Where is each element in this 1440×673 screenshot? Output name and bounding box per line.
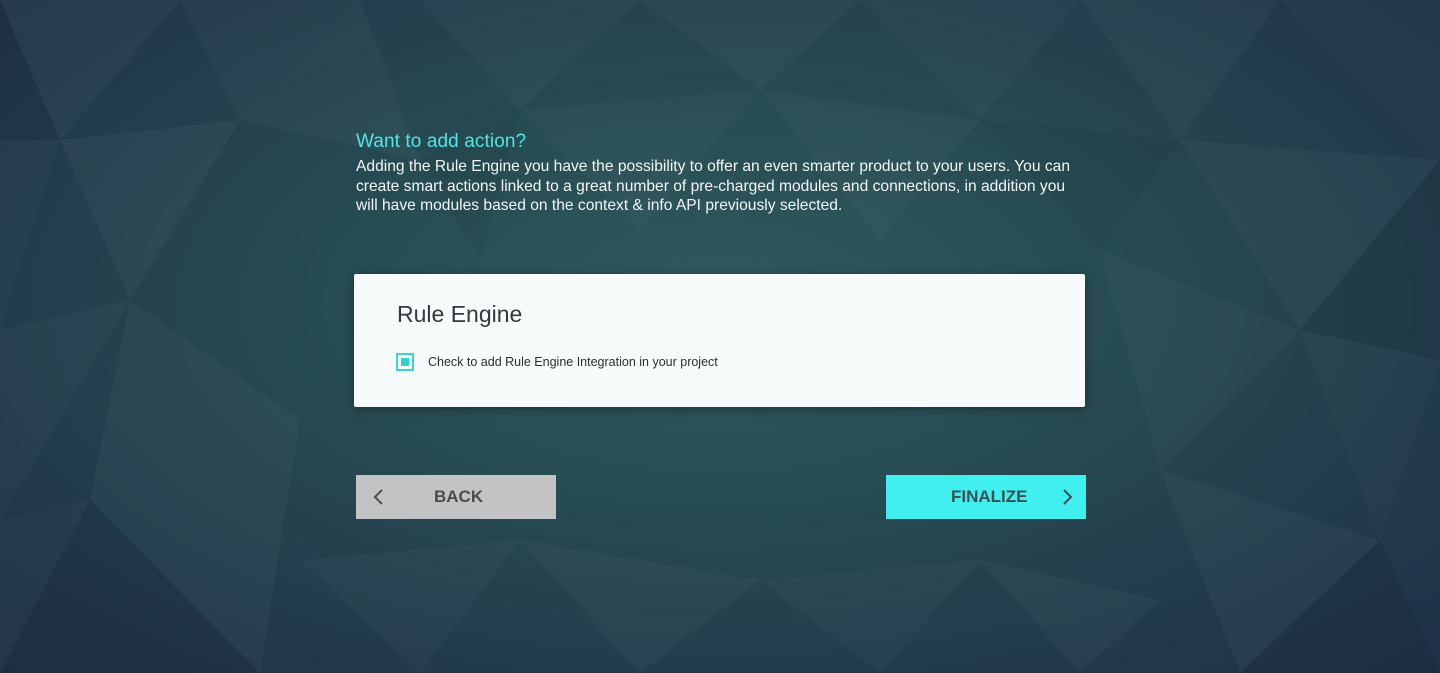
chevron-left-icon <box>373 489 383 505</box>
card-title: Rule Engine <box>397 301 523 327</box>
rule-engine-checkbox-row[interactable]: Check to add Rule Engine Integration in … <box>396 353 718 371</box>
finalize-button-label: FINALIZE <box>951 487 1028 506</box>
back-button[interactable]: BACK <box>356 475 556 519</box>
rule-engine-card: Rule Engine Check to add Rule Engine Int… <box>354 274 1085 407</box>
checkbox-label: Check to add Rule Engine Integration in … <box>428 355 718 369</box>
finalize-button[interactable]: FINALIZE <box>886 475 1086 519</box>
rule-engine-checkbox[interactable] <box>396 353 414 371</box>
back-button-label: BACK <box>434 487 484 506</box>
checkbox-checked-mark <box>401 358 409 366</box>
intro-description: Adding the Rule Engine you have the poss… <box>356 158 1070 214</box>
setup-step-page: Want to add action? Adding the Rule Engi… <box>0 0 1440 673</box>
intro-title: Want to add action? <box>356 131 527 152</box>
chevron-right-icon <box>1063 489 1073 505</box>
